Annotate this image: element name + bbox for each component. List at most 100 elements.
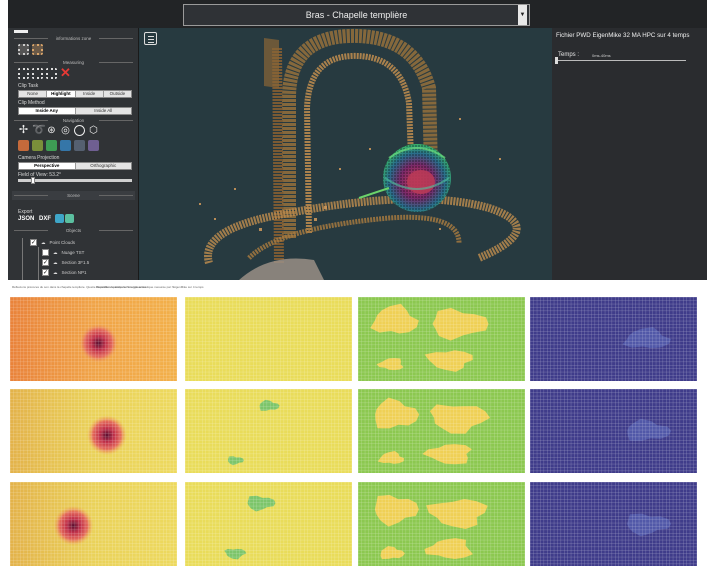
energy-map-plot	[530, 482, 697, 566]
orbit-control-icon[interactable]: ⊛	[46, 125, 57, 136]
tree-item-checkbox[interactable]	[42, 249, 49, 256]
pointcloud-viewer-app: Bras - Chapelle templière ▼ informations…	[8, 0, 707, 280]
view-bottom-icon[interactable]	[88, 140, 99, 151]
view-top-icon[interactable]	[46, 140, 57, 151]
focus-icon[interactable]	[74, 125, 85, 136]
energy-maps-figure: Réflexions précoces du son dans la chape…	[0, 283, 715, 580]
section-navigation[interactable]: Navigation	[12, 116, 135, 125]
tree-connector	[38, 247, 39, 280]
cloud-icon: ☁	[53, 269, 58, 275]
tree-item-checkbox[interactable]: ✓	[42, 259, 49, 266]
energy-map-plot	[358, 482, 525, 566]
clip-method-toggle: Inside Any Inside All	[18, 107, 132, 115]
tree-item[interactable]: ☁ Nuage TST	[42, 248, 84, 257]
section-info-zone[interactable]: informations zone	[12, 34, 135, 43]
earth-control-icon[interactable]: ◎	[60, 125, 71, 136]
energy-map-plot	[358, 389, 525, 473]
time-slider-handle[interactable]	[555, 57, 558, 64]
camera-projection-option[interactable]: Orthographic	[76, 163, 132, 169]
info-zone-tools	[18, 44, 43, 55]
clip-task-option[interactable]: Outside	[104, 91, 131, 97]
energy-map-yellow-green-1	[185, 297, 352, 381]
fov-slider[interactable]	[18, 177, 132, 184]
energy-map-plot	[530, 297, 697, 381]
export-image-icon[interactable]	[55, 214, 64, 223]
zone-heat-icon[interactable]	[32, 44, 43, 55]
clip-method-option[interactable]: Inside Any	[19, 108, 76, 114]
clip-task-toggle: None Highlight Inside Outside	[18, 90, 132, 98]
tree-item-label: Point Clouds	[49, 240, 76, 245]
remove-measurements-icon[interactable]: ✕	[60, 66, 71, 79]
clip-task-option[interactable]: Highlight	[47, 91, 76, 97]
cloud-icon: ☁	[53, 259, 58, 265]
clip-method-label: Clip Method	[18, 100, 45, 106]
section-measuring[interactable]: Measuring	[12, 58, 135, 67]
energy-map-plot	[530, 389, 697, 473]
scene-select-dropdown[interactable]: Bras - Chapelle templière ▼	[183, 4, 530, 26]
clip-task-option[interactable]: None	[19, 91, 48, 97]
clip-task-label: Clip Task	[18, 83, 39, 89]
energy-map-plot	[10, 482, 177, 566]
info-panel: Fichier PWD EigenMike 32 MA HPC sur 4 te…	[552, 28, 707, 280]
view-left-icon[interactable]	[18, 140, 29, 151]
view-right-icon[interactable]	[60, 140, 71, 151]
view-back-icon[interactable]	[74, 140, 85, 151]
menu-icon[interactable]	[14, 30, 28, 33]
tree-connector	[22, 238, 23, 280]
energy-map-yellow-green-2	[185, 389, 352, 473]
energy-map-plot	[185, 482, 352, 566]
energy-map-purple-2	[530, 389, 697, 473]
measure-area-icon[interactable]	[46, 68, 57, 79]
energy-map-green-yellow-3	[358, 482, 525, 566]
figure-caption-mid: Répartition spatiale de l'énergie acoust…	[96, 285, 204, 289]
title-bar: Bras - Chapelle templière ▼	[8, 0, 707, 28]
floor-rubble	[239, 258, 324, 280]
energy-map-green-yellow-1	[358, 297, 525, 381]
clip-method-option[interactable]: Inside All	[76, 108, 132, 114]
helicopter-control-icon[interactable]: ➰	[32, 125, 46, 136]
measure-point-icon[interactable]	[18, 68, 29, 79]
export-dxf-button[interactable]: DXF	[39, 216, 51, 222]
3d-viewport[interactable]	[139, 28, 552, 280]
camera-projection-toggle: Perspective Orthographic	[18, 162, 132, 170]
zone-icon[interactable]	[18, 44, 29, 55]
cube-view-icon[interactable]: ⬡	[88, 125, 99, 136]
scattered-points	[199, 118, 501, 231]
view-front-icon[interactable]	[32, 140, 43, 151]
left-wall-fragment	[264, 38, 279, 88]
measuring-tools: ✕	[18, 66, 71, 79]
tree-item-checkbox[interactable]: ✓	[42, 269, 49, 276]
sidebar: informations zone Measuring ✕ Clip Task …	[8, 28, 139, 280]
fov-slider-handle[interactable]	[31, 177, 36, 184]
time-label: Temps :	[558, 52, 580, 58]
export-model-icon[interactable]	[65, 214, 74, 223]
camera-projection-option[interactable]: Perspective	[19, 163, 76, 169]
energy-map-green-yellow-2	[358, 389, 525, 473]
cloud-icon: ☁	[41, 239, 46, 245]
energy-map-plot	[185, 389, 352, 473]
energy-map-plot	[358, 297, 525, 381]
energy-map-plot	[185, 297, 352, 381]
tree-item[interactable]: ✓ ☁ Point Clouds	[30, 238, 75, 247]
energy-map-plot	[10, 297, 177, 381]
clip-task-option[interactable]: Inside	[76, 91, 104, 97]
tree-item-checkbox[interactable]: ✓	[30, 239, 37, 246]
section-scene[interactable]: Scene	[12, 191, 135, 200]
tree-item[interactable]: ✓ ☁ Section NP1	[42, 268, 87, 277]
intensity-sphere	[383, 144, 451, 212]
tree-item-label: Nuage TST	[61, 250, 85, 255]
camera-projection-label: Camera Projection	[18, 155, 60, 161]
section-objects[interactable]: Objects	[12, 226, 135, 235]
energy-map-purple-1	[530, 297, 697, 381]
measure-distance-icon[interactable]	[32, 68, 43, 79]
measurement-file-title: Fichier PWD EigenMike 32 MA HPC sur 4 te…	[556, 32, 690, 39]
export-json-button[interactable]: JSON	[18, 216, 34, 222]
export-label: Export	[18, 209, 33, 215]
energy-map-purple-3	[530, 482, 697, 566]
time-slider[interactable]	[555, 57, 686, 64]
tree-item[interactable]: ✓ ☁ Section 3F1.5	[42, 258, 89, 267]
fov-label: Field of View: 53.2°	[18, 172, 62, 178]
energy-map-heat-2	[10, 389, 177, 473]
fly-control-icon[interactable]: ✢	[18, 125, 29, 136]
energy-map-yellow-green-3	[185, 482, 352, 566]
